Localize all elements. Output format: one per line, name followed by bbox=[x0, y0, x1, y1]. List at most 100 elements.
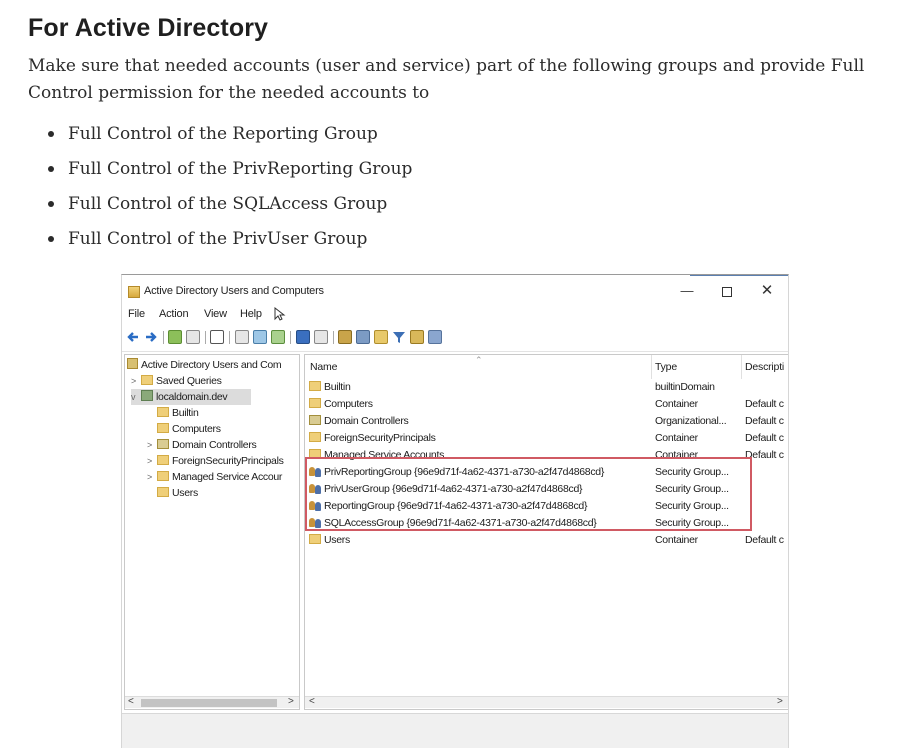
row-description: Default c bbox=[745, 432, 784, 444]
delegate-control-icon[interactable] bbox=[428, 330, 442, 344]
column-header-type[interactable]: Type bbox=[655, 361, 677, 373]
row-description: Default c bbox=[745, 534, 784, 546]
scroll-right-arrow-icon[interactable]: > bbox=[288, 696, 294, 707]
maximize-button[interactable] bbox=[712, 280, 742, 302]
bullet-icon bbox=[48, 131, 54, 137]
row-name: Builtin bbox=[324, 381, 351, 393]
list-row-builtin[interactable]: Builtin builtinDomain bbox=[305, 379, 788, 396]
list-item: Full Control of the PrivUser Group bbox=[46, 225, 412, 260]
properties-icon[interactable] bbox=[235, 330, 249, 344]
filter-icon[interactable] bbox=[392, 330, 406, 344]
maximize-icon bbox=[722, 286, 732, 297]
forward-icon[interactable] bbox=[144, 330, 158, 344]
up-folder-icon[interactable] bbox=[168, 330, 182, 344]
scroll-right-arrow-icon[interactable]: > bbox=[777, 696, 783, 707]
tree-item-label: ForeignSecurityPrincipals bbox=[172, 455, 284, 467]
new-user-icon[interactable] bbox=[338, 330, 352, 344]
row-description: Default c bbox=[745, 398, 784, 410]
export-list-icon[interactable] bbox=[271, 330, 285, 344]
tree-item-computers[interactable]: Computers bbox=[147, 421, 221, 437]
bullet-icon bbox=[48, 166, 54, 172]
pane-divider bbox=[122, 351, 788, 352]
add-to-group-icon[interactable] bbox=[410, 330, 424, 344]
toolbar-separator bbox=[205, 331, 206, 344]
window-title: Active Directory Users and Computers bbox=[144, 285, 324, 297]
row-type: Organizational... bbox=[655, 415, 727, 427]
domain-icon bbox=[141, 390, 153, 401]
ou-icon bbox=[157, 439, 169, 449]
toolbar-separator bbox=[163, 331, 164, 344]
list-item-text: Full Control of the SQLAccess Group bbox=[68, 194, 388, 214]
tree-item-label: Users bbox=[172, 487, 198, 499]
expand-chevron-icon[interactable]: > bbox=[131, 373, 141, 389]
tree-item-localdomain[interactable]: v localdomain.dev bbox=[131, 389, 251, 405]
tree-item-users[interactable]: Users bbox=[147, 485, 198, 501]
expand-chevron-icon[interactable]: > bbox=[147, 453, 157, 469]
tree-item-managed-service-accounts[interactable]: > Managed Service Accour bbox=[147, 469, 282, 485]
row-type: Container bbox=[655, 398, 698, 410]
new-ou-icon[interactable] bbox=[374, 330, 388, 344]
minimize-button[interactable]: — bbox=[672, 280, 702, 302]
list-row-users[interactable]: Users Container Default c bbox=[305, 532, 788, 549]
tree-item-builtin[interactable]: Builtin bbox=[147, 405, 199, 421]
expand-chevron-icon[interactable]: > bbox=[147, 437, 157, 453]
menu-file[interactable]: File bbox=[128, 308, 145, 320]
folder-icon bbox=[157, 423, 169, 433]
doc-title: For Active Directory bbox=[28, 14, 269, 42]
list-item-text: Full Control of the Reporting Group bbox=[68, 124, 378, 144]
tree-item-saved-queries[interactable]: > Saved Queries bbox=[131, 373, 222, 389]
scroll-left-arrow-icon[interactable]: < bbox=[309, 696, 315, 707]
tree-horizontal-scrollbar[interactable]: < > bbox=[125, 696, 299, 708]
ou-icon bbox=[309, 415, 321, 425]
menu-action[interactable]: Action bbox=[159, 308, 189, 320]
show-console-tree-icon[interactable] bbox=[186, 330, 200, 344]
scrollbar-thumb[interactable] bbox=[141, 699, 277, 707]
aduc-screenshot-window: Active Directory Users and Computers — ✕… bbox=[121, 274, 789, 748]
details-list: ⌃ Name Type Descripti Builtin builtinDom… bbox=[304, 354, 788, 710]
scroll-left-arrow-icon[interactable]: < bbox=[128, 696, 134, 707]
tree-item-label: Domain Controllers bbox=[172, 439, 257, 451]
tree-item-label: Managed Service Accour bbox=[172, 471, 283, 483]
tree-item-foreign-security-principals[interactable]: > ForeignSecurityPrincipals bbox=[147, 453, 284, 469]
list-row-domain-controllers[interactable]: Domain Controllers Organizational... Def… bbox=[305, 413, 788, 430]
title-bar: Active Directory Users and Computers — ✕ bbox=[122, 275, 788, 307]
column-header-name[interactable]: Name bbox=[310, 361, 337, 373]
folder-icon bbox=[309, 381, 321, 391]
back-icon[interactable] bbox=[126, 330, 140, 344]
tree-item-root[interactable]: Active Directory Users and Com bbox=[127, 357, 282, 373]
tree-item-label: Saved Queries bbox=[156, 375, 222, 387]
console-tree: Active Directory Users and Com > Saved Qu… bbox=[124, 354, 300, 710]
help-icon[interactable] bbox=[296, 330, 310, 344]
column-divider bbox=[741, 355, 742, 379]
menu-help[interactable]: Help bbox=[240, 308, 262, 320]
menu-bar: File Action View Help bbox=[122, 305, 788, 323]
tree-item-label: Active Directory Users and Com bbox=[141, 359, 282, 371]
bullet-icon bbox=[48, 201, 54, 207]
folder-icon bbox=[157, 407, 169, 417]
tree-item-domain-controllers[interactable]: > Domain Controllers bbox=[147, 437, 257, 453]
row-description: Default c bbox=[745, 415, 784, 427]
expand-chevron-icon[interactable]: > bbox=[147, 469, 157, 485]
list-item: Full Control of the SQLAccess Group bbox=[46, 190, 412, 225]
close-button[interactable]: ✕ bbox=[752, 280, 782, 302]
delete-icon[interactable] bbox=[210, 330, 224, 344]
collapse-chevron-icon[interactable]: v bbox=[131, 389, 141, 405]
column-header-description[interactable]: Descripti bbox=[745, 361, 784, 373]
list-row-foreign-security-principals[interactable]: ForeignSecurityPrincipals Container Defa… bbox=[305, 430, 788, 447]
list-horizontal-scrollbar[interactable]: < > bbox=[305, 696, 788, 708]
sort-ascending-icon: ⌃ bbox=[475, 355, 483, 365]
status-bar bbox=[122, 713, 788, 748]
row-type: builtinDomain bbox=[655, 381, 715, 393]
menu-view[interactable]: View bbox=[204, 308, 227, 320]
list-row-computers[interactable]: Computers Container Default c bbox=[305, 396, 788, 413]
row-name: Domain Controllers bbox=[324, 415, 409, 427]
row-name: ForeignSecurityPrincipals bbox=[324, 432, 436, 444]
show-action-pane-icon[interactable] bbox=[314, 330, 328, 344]
row-name: Computers bbox=[324, 398, 373, 410]
list-item: Full Control of the PrivReporting Group bbox=[46, 155, 412, 190]
folder-icon bbox=[157, 471, 169, 481]
new-group-icon[interactable] bbox=[356, 330, 370, 344]
list-item-text: Full Control of the PrivUser Group bbox=[68, 229, 368, 249]
security-groups-highlight-box bbox=[305, 457, 752, 531]
refresh-icon[interactable] bbox=[253, 330, 267, 344]
